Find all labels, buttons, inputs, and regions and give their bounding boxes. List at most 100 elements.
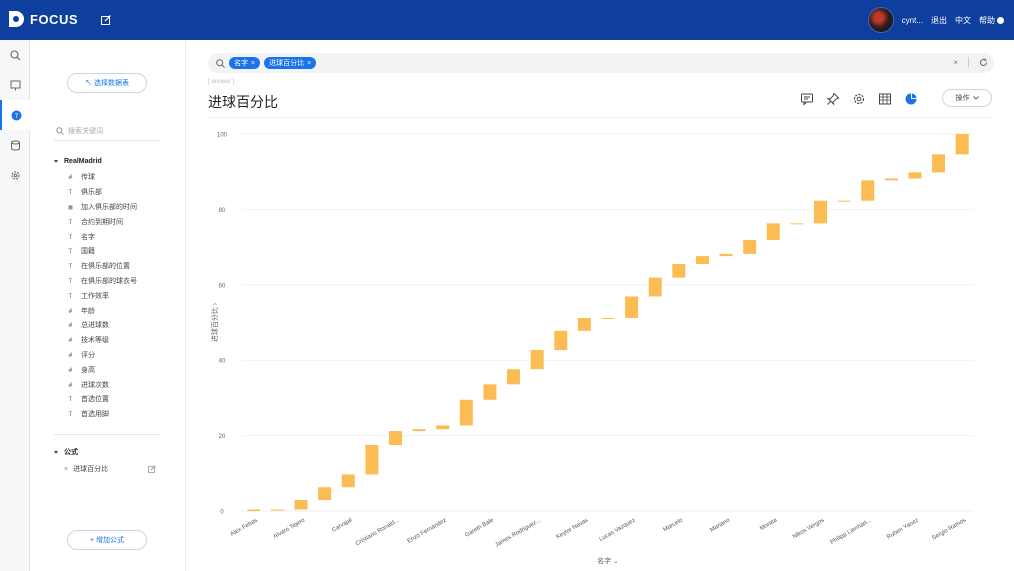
app-logo[interactable]: FOCUS bbox=[8, 10, 78, 28]
field-item[interactable]: # 身高 bbox=[66, 362, 137, 377]
y-tick-label: 20 bbox=[219, 434, 226, 440]
clear-icon[interactable]: × bbox=[953, 58, 958, 67]
waterfall-bar bbox=[412, 429, 426, 432]
x-tick-label: Morata bbox=[759, 517, 779, 532]
top-bar: FOCUS cynt... 退出 中文 帮助 bbox=[0, 0, 1014, 40]
field-item[interactable]: # 评分 bbox=[66, 348, 137, 363]
formula-group-label: 公式 bbox=[64, 449, 78, 456]
text-field-icon: T bbox=[68, 247, 73, 256]
nav-dashboard[interactable] bbox=[0, 70, 30, 100]
field-item[interactable]: # 技术等级 bbox=[66, 333, 137, 348]
user-area: cynt... 退出 中文 帮助 bbox=[867, 7, 1004, 33]
query-chip[interactable]: 名字 × bbox=[229, 57, 261, 69]
waterfall-bar bbox=[507, 369, 521, 385]
help-label: 帮助 bbox=[979, 15, 995, 25]
field-item[interactable]: T 在俱乐部的位置 bbox=[66, 259, 137, 274]
x-tick-label: Enzo Fernandez bbox=[407, 518, 448, 545]
operations-dropdown[interactable]: 操作 bbox=[942, 89, 992, 107]
nav-data[interactable] bbox=[0, 130, 30, 160]
field-label: 合约到期时间 bbox=[81, 218, 123, 226]
waterfall-bar bbox=[837, 200, 851, 202]
query-chip[interactable]: 进球百分比 × bbox=[264, 57, 317, 69]
field-item[interactable]: T 国籍 bbox=[66, 244, 137, 259]
text-field-icon: T bbox=[68, 395, 73, 404]
waterfall-bar bbox=[908, 172, 922, 179]
pie-chart-icon[interactable] bbox=[904, 92, 918, 106]
field-label: 首选位置 bbox=[81, 396, 109, 404]
table-icon[interactable] bbox=[878, 92, 892, 106]
number-field-icon: # bbox=[68, 336, 73, 345]
avatar[interactable] bbox=[867, 7, 894, 33]
waterfall-bar bbox=[955, 134, 969, 155]
field-label: 国籍 bbox=[81, 248, 95, 256]
field-item[interactable]: T 首选用脚 bbox=[66, 407, 137, 422]
text-field-icon: T bbox=[68, 262, 73, 271]
text-field-icon: T bbox=[68, 217, 73, 226]
field-item[interactable]: # 总进球数 bbox=[66, 318, 137, 333]
help-circle-icon bbox=[997, 16, 1004, 24]
search-actions: × bbox=[953, 57, 988, 67]
number-field-icon: # bbox=[68, 173, 73, 182]
field-item[interactable]: # 年龄 bbox=[66, 303, 137, 318]
waterfall-bar bbox=[695, 256, 709, 265]
field-item[interactable]: T 首选位置 bbox=[66, 392, 137, 407]
field-label: 评分 bbox=[81, 351, 95, 359]
field-item[interactable]: T 俱乐部 bbox=[66, 185, 137, 200]
y-tick-label: 40 bbox=[219, 359, 226, 365]
chip-label: 名字 bbox=[234, 60, 248, 67]
close-icon[interactable]: × bbox=[64, 466, 68, 473]
database-icon bbox=[10, 140, 20, 150]
number-field-icon: # bbox=[68, 350, 73, 359]
chip-close-icon[interactable]: × bbox=[251, 60, 255, 67]
waterfall-bar bbox=[554, 330, 568, 351]
edit-icon[interactable] bbox=[148, 465, 156, 473]
search-bar[interactable]: 名字 × 进球百分比 × × bbox=[208, 53, 994, 73]
date-field-icon: ▦ bbox=[68, 202, 73, 211]
field-item[interactable]: ▦ 加入俱乐部的时间 bbox=[66, 200, 137, 215]
chip-label: 进球百分比 bbox=[269, 60, 305, 67]
language-link[interactable]: 中文 bbox=[955, 15, 971, 26]
field-label: 工作效率 bbox=[81, 292, 109, 300]
formula-group[interactable]: 公式 bbox=[54, 447, 78, 457]
page-title: 进球百分比 bbox=[208, 94, 278, 110]
field-item[interactable]: T 在俱乐部的球衣号 bbox=[66, 274, 137, 289]
chip-close-icon[interactable]: × bbox=[307, 60, 311, 67]
edit-icon[interactable] bbox=[100, 14, 112, 26]
refresh-icon[interactable] bbox=[979, 58, 988, 67]
x-tick-label: Marcelo bbox=[662, 517, 684, 533]
field-item[interactable]: T 合约到期时间 bbox=[66, 214, 137, 229]
waterfall-bar bbox=[294, 500, 308, 510]
caret-down-icon bbox=[54, 450, 58, 454]
field-search[interactable]: 搜索关键词 bbox=[56, 124, 156, 138]
formula-item[interactable]: × 进球百分比 bbox=[64, 464, 156, 474]
field-item[interactable]: T 工作效率 bbox=[66, 288, 137, 303]
table-group[interactable]: RealMadrid bbox=[54, 158, 102, 165]
select-table-button[interactable]: ↖ 选择数据表 bbox=[67, 73, 147, 93]
waterfall-chart: 0 20 40 60 80 100 进球百分比 › Alex Febas Alvaro Teje… bbox=[210, 133, 974, 565]
chevron-down-icon bbox=[972, 96, 979, 100]
help-link[interactable]: 帮助 bbox=[979, 15, 1004, 26]
y-tick-label: 80 bbox=[219, 208, 226, 214]
nav-settings[interactable] bbox=[0, 160, 30, 190]
waterfall-bar bbox=[672, 264, 686, 278]
field-item[interactable]: T 名字 bbox=[66, 229, 137, 244]
y-axis-label: 进球百分比 › bbox=[210, 302, 219, 342]
separator bbox=[968, 57, 969, 67]
comment-icon[interactable] bbox=[800, 92, 814, 106]
gear-icon[interactable] bbox=[852, 92, 866, 106]
waterfall-bar bbox=[388, 431, 402, 446]
logout-link[interactable]: 退出 bbox=[931, 15, 947, 26]
y-tick-label: 60 bbox=[219, 283, 226, 289]
field-label: 技术等级 bbox=[81, 337, 109, 345]
field-label: 在俱乐部的位置 bbox=[81, 263, 130, 271]
search-icon bbox=[216, 58, 225, 68]
user-name[interactable]: cynt... bbox=[902, 16, 923, 25]
nav-search[interactable] bbox=[0, 40, 30, 70]
field-item[interactable]: # 进球次数 bbox=[66, 377, 137, 392]
nav-question[interactable]: ? bbox=[0, 100, 30, 130]
add-formula-button[interactable]: + 增加公式 bbox=[67, 530, 147, 550]
table-name: RealMadrid bbox=[64, 158, 102, 165]
field-item[interactable]: # 传球 bbox=[66, 170, 137, 185]
waterfall-bar bbox=[790, 223, 804, 225]
pin-icon[interactable] bbox=[826, 92, 840, 106]
